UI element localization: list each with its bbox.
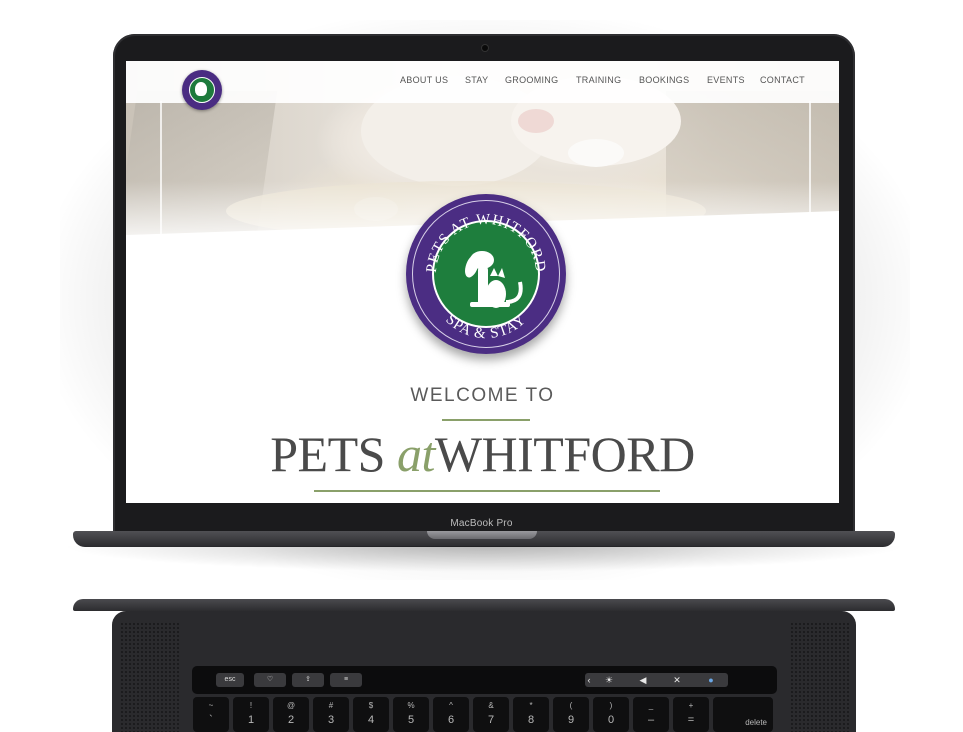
nav-contact[interactable]: CONTACT <box>760 75 805 85</box>
esc-key[interactable]: esc <box>216 673 244 687</box>
site-navbar: ABOUT US STAY GROOMING TRAINING BOOKINGS… <box>126 61 839 110</box>
key-4[interactable]: $4 <box>353 697 389 732</box>
sliders-icon[interactable]: ≡ <box>330 673 362 687</box>
dog-icon <box>195 82 207 96</box>
key-delete[interactable]: delete <box>713 697 773 732</box>
logo-graphics: PETS AT WHITFORD SPA & STAY <box>424 212 547 343</box>
key-backtick[interactable]: ~ ` <box>193 697 229 732</box>
key-equals[interactable]: + = <box>673 697 709 732</box>
laptop-base-shadow <box>60 546 908 572</box>
site-title: PETS atWHITFORD <box>126 425 839 483</box>
speaker-grille-left <box>120 622 180 732</box>
key-5[interactable]: % 5 <box>393 697 429 732</box>
key-8[interactable]: * 8 <box>513 697 549 732</box>
heart-icon[interactable]: ♡ <box>254 673 286 687</box>
brightness-icon[interactable]: ☀ <box>602 673 616 687</box>
key-minus[interactable]: _ – <box>633 697 669 732</box>
title-part-at: at <box>396 426 435 482</box>
nav-bookings[interactable]: BOOKINGS <box>639 75 689 85</box>
logo-bottom-text: SPA & STAY <box>442 312 528 343</box>
key-1[interactable]: ! 1 <box>233 697 269 732</box>
brand-logo: PETS AT WHITFORD SPA & STAY <box>406 194 566 354</box>
key-9[interactable]: (9 <box>553 697 589 732</box>
mute-icon[interactable]: ✕ <box>670 673 684 687</box>
divider-long <box>314 490 660 492</box>
camera-icon <box>482 45 488 51</box>
nav-about-us[interactable]: ABOUT US <box>400 75 448 85</box>
title-part-pets: PETS <box>270 426 385 482</box>
volume-icon[interactable]: ◀ <box>636 673 650 687</box>
svg-text:SPA & STAY: SPA & STAY <box>442 312 529 343</box>
key-2[interactable]: @2 <box>273 697 309 732</box>
divider-short <box>442 419 530 421</box>
key-3[interactable]: #3 <box>313 697 349 732</box>
key-6[interactable]: ^ 6 <box>433 697 469 732</box>
key-0[interactable]: ) 0 <box>593 697 629 732</box>
key-7[interactable]: & 7 <box>473 697 509 732</box>
nav-stay[interactable]: STAY <box>465 75 488 85</box>
chevron-left-icon[interactable]: ‹ <box>582 673 596 687</box>
laptop-model-label: MacBook Pro <box>450 518 513 529</box>
welcome-heading: WELCOME TO <box>410 385 555 406</box>
dog-and-cat-icon <box>465 251 523 308</box>
siri-icon[interactable]: ● <box>704 673 718 687</box>
laptop-notch <box>427 531 537 539</box>
nav-grooming[interactable]: GROOMING <box>505 75 558 85</box>
nav-training[interactable]: TRAINING <box>576 75 621 85</box>
share-icon[interactable]: ⇪ <box>292 673 324 687</box>
nav-logo[interactable] <box>182 70 222 110</box>
speaker-grille-right <box>790 622 850 732</box>
keyboard-deck-edge <box>73 599 895 611</box>
title-part-whitford: WHITFORD <box>434 426 695 482</box>
laptop-screen: ABOUT US STAY GROOMING TRAINING BOOKINGS… <box>126 61 839 503</box>
nav-events[interactable]: EVENTS <box>707 75 745 85</box>
